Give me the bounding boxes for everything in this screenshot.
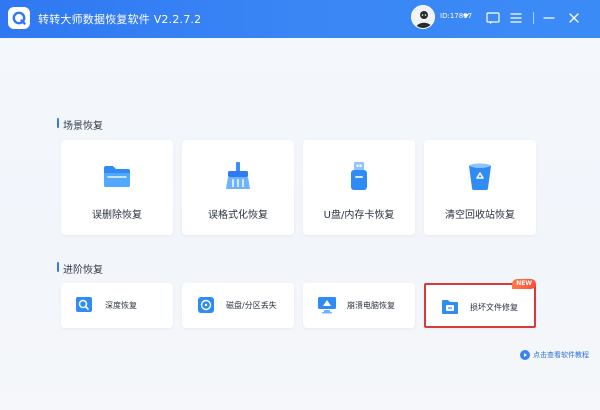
new-badge: NEW: [512, 279, 536, 289]
user-avatar[interactable]: [411, 5, 435, 29]
card-label: 清空回收站恢复: [445, 210, 515, 221]
card-disk-partition-lost[interactable]: 磁盘/分区丢失: [182, 283, 294, 328]
card-label: U盘/内存卡恢复: [323, 210, 395, 221]
section-marker: [57, 262, 59, 272]
card-deleted-recovery[interactable]: 误删除恢复: [61, 140, 173, 235]
card-label: 崩溃电脑恢复: [347, 301, 395, 310]
help-link-label: 点击查看软件教程: [533, 351, 589, 359]
file-repair-icon: [440, 297, 460, 317]
card-usb-recovery[interactable]: U盘/内存卡恢复: [303, 140, 415, 235]
crashed-computer-icon: [317, 295, 337, 315]
titlebar-divider: [533, 12, 534, 24]
minimize-icon[interactable]: [540, 9, 558, 27]
message-icon[interactable]: [484, 9, 502, 27]
card-label: 损坏文件修复: [470, 303, 518, 312]
menu-icon[interactable]: [507, 9, 525, 27]
section-title-scene: 场景恢复: [63, 121, 103, 132]
broom-icon: [222, 160, 254, 192]
section-marker: [57, 118, 59, 128]
card-label: 误删除恢复: [92, 210, 142, 221]
section-title-advanced: 进阶恢复: [63, 265, 103, 276]
card-crashed-computer-recovery[interactable]: 崩溃电脑恢复: [303, 283, 415, 328]
card-format-recovery[interactable]: 误格式化恢复: [182, 140, 294, 235]
disk-icon: [196, 295, 216, 315]
chevron-down-icon[interactable]: [463, 14, 469, 18]
help-icon: [520, 350, 530, 360]
card-label: 磁盘/分区丢失: [226, 301, 277, 310]
recycle-bin-icon: [464, 160, 496, 192]
app-title: 转转大师数据恢复软件 V2.2.7.2: [38, 13, 202, 26]
close-icon[interactable]: [565, 9, 583, 27]
card-label: 误格式化恢复: [208, 210, 268, 221]
deep-scan-icon: [75, 295, 95, 315]
usb-drive-icon: [343, 160, 375, 192]
app-window: 转转大师数据恢复软件 V2.2.7.2 ID:17807 场景恢复 误删除恢复 …: [0, 0, 600, 410]
card-deep-recovery[interactable]: 深度恢复: [61, 283, 173, 328]
title-bar: 转转大师数据恢复软件 V2.2.7.2 ID:17807: [0, 0, 600, 38]
card-label: 深度恢复: [105, 301, 137, 310]
folder-icon: [101, 160, 133, 192]
card-damaged-file-repair[interactable]: NEW 损坏文件修复: [424, 279, 536, 328]
app-logo-icon: [8, 7, 30, 29]
card-recycle-bin-recovery[interactable]: 清空回收站恢复: [424, 140, 536, 235]
